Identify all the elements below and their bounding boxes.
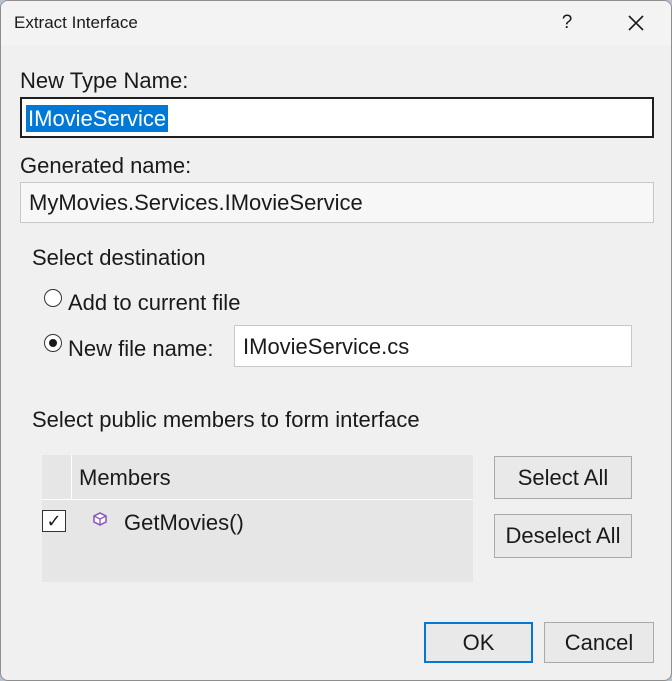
- check-icon: ✓: [46, 511, 62, 531]
- cancel-button[interactable]: Cancel: [544, 622, 654, 663]
- help-button[interactable]: ?: [547, 3, 587, 43]
- new-type-name-label: New Type Name:: [20, 68, 189, 93]
- member-checkbox[interactable]: ✓: [42, 510, 66, 532]
- new-type-name-input[interactable]: IMovieService: [20, 97, 654, 138]
- new-file-name-label[interactable]: New file name:: [68, 336, 214, 362]
- help-icon: ?: [561, 12, 573, 33]
- new-type-name-value: IMovieService: [26, 105, 169, 132]
- method-icon: [93, 512, 107, 526]
- deselect-all-button[interactable]: Deselect All: [494, 514, 632, 558]
- member-name: GetMovies(): [124, 510, 244, 535]
- add-to-current-file-label[interactable]: Add to current file: [68, 290, 240, 316]
- add-to-current-file-radio[interactable]: [44, 289, 62, 307]
- members-list[interactable]: Members ✓ GetMovies(): [42, 455, 473, 582]
- dialog-title: Extract Interface: [14, 13, 138, 32]
- file-name-value: IMovieService.cs: [243, 334, 410, 359]
- extract-interface-dialog: Extract Interface ? New Type Name: IMovi…: [0, 0, 672, 681]
- select-destination-heading: Select destination: [32, 245, 206, 270]
- new-file-name-radio[interactable]: [44, 334, 62, 352]
- generated-name-field: MyMovies.Services.IMovieService: [20, 182, 654, 223]
- generated-name-value: MyMovies.Services.IMovieService: [29, 190, 363, 215]
- file-name-input[interactable]: IMovieService.cs: [234, 325, 632, 367]
- close-button[interactable]: [613, 3, 659, 43]
- select-all-button[interactable]: Select All: [494, 456, 632, 499]
- title-bar: Extract Interface ?: [1, 1, 671, 45]
- generated-name-label: Generated name:: [20, 153, 192, 178]
- members-list-header: Members: [42, 455, 473, 500]
- members-column-header[interactable]: Members: [79, 465, 171, 491]
- close-icon: [628, 15, 644, 31]
- header-divider: [71, 455, 72, 499]
- select-members-heading: Select public members to form interface: [32, 407, 420, 432]
- ok-button[interactable]: OK: [424, 622, 533, 663]
